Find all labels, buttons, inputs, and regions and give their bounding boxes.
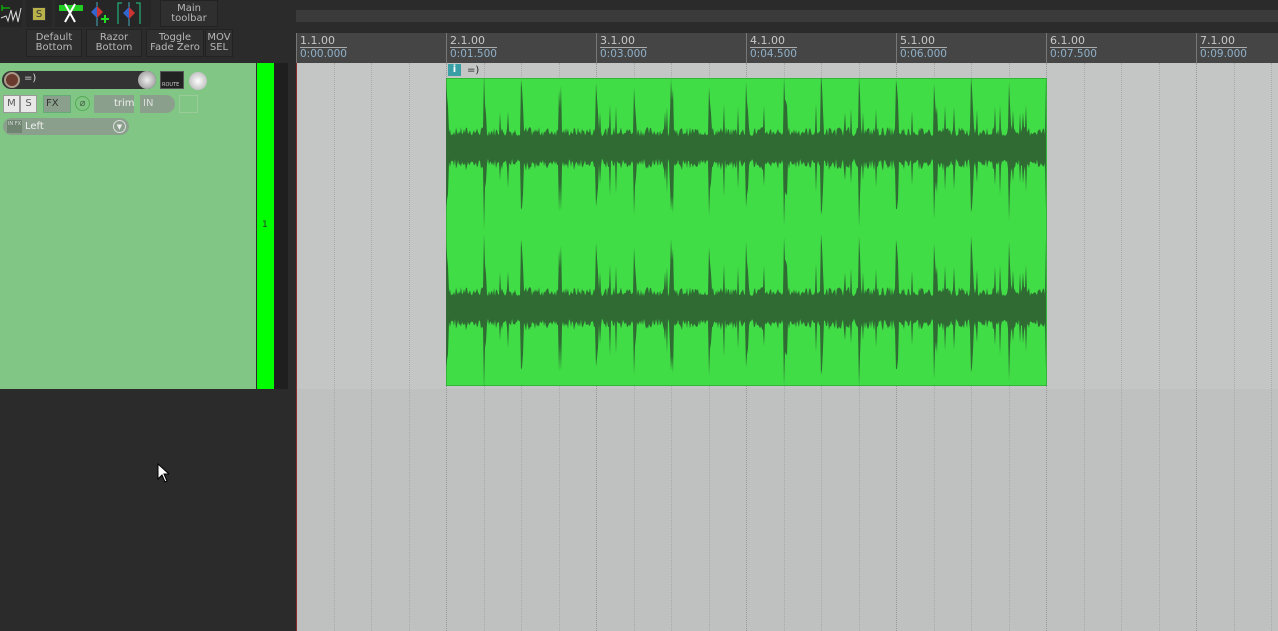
chevron-down-icon: ▼ [113,120,126,133]
grid-line [409,63,410,631]
monitor-button[interactable] [179,95,198,113]
track-number: 1 [262,220,268,230]
item-info-icon[interactable]: i [448,64,461,76]
ruler-tick [446,33,447,63]
media-item[interactable]: i =) [446,63,1047,386]
input-label: IN [143,98,154,109]
input-fx-button[interactable]: IN FX [7,120,22,133]
grid-line [1159,63,1160,631]
input-select[interactable]: IN FX Left ▼ [3,118,129,135]
timeline-ruler[interactable]: 1.1.00 0:00.000 2.1.00 0:01.500 3.1.00 0:03.0… [296,33,1278,63]
ruler-mark: 6.1.00 0:07.500 [1050,34,1097,60]
razor-bottom-button[interactable]: Razor Bottom [86,29,142,57]
grid-line [1234,63,1235,631]
input-channel-label: Left [25,121,44,132]
top-strip [296,0,1278,33]
region-icon [117,2,141,26]
grid-line [1271,63,1272,631]
arrange-view[interactable]: i =) [296,63,1278,631]
pan-knob[interactable] [189,72,207,90]
record-arm-button[interactable] [4,72,20,88]
meter-gutter [274,63,288,389]
ruler-tick [596,33,597,63]
ruler-mark: 3.1.00 0:03.000 [600,34,647,60]
ruler-tick [1046,33,1047,63]
route-button[interactable]: ROUTE [160,71,184,89]
ruler-mark: 1.1.00 0:00.000 [300,34,347,60]
play-cursor [296,63,297,631]
solo-icon: S [32,6,46,21]
ruler-tick [296,33,297,63]
fx-button[interactable]: FX [43,95,71,113]
solo-button[interactable]: S [26,0,52,27]
item-name: =) [467,64,480,76]
phase-button[interactable]: ⌀ [75,96,90,111]
grid-line [334,63,335,631]
region-button[interactable] [115,0,151,27]
track-meter: 1 [257,63,274,389]
envelope-toggle-button[interactable] [0,0,22,27]
grid-line [1196,63,1197,631]
ruler-mark: 5.1.00 0:06.000 [900,34,947,60]
grid-line [371,63,372,631]
solo-track-button[interactable]: S [20,95,37,113]
track-control-panel[interactable]: =) ROUTE M S FX ⌀ trim IN IN FX Left ▼ [0,63,256,389]
ruler-mark: 4.1.00 0:04.500 [750,34,797,60]
main-toolbar-button[interactable]: Main toolbar [160,0,218,27]
input-button[interactable]: IN [140,95,175,113]
ruler-tick [896,33,897,63]
ruler-mark: 2.1.00 0:01.500 [450,34,497,60]
mouse-cursor-icon [157,462,171,487]
mov-sel-button[interactable]: MOV SEL [205,29,233,57]
waveform [446,78,1047,386]
toolbar: S Main toolbar Default Bottom Razor Bott… [0,0,296,58]
route-label: ROUTE [162,82,180,88]
track-name: =) [24,73,37,84]
automation-mode-button[interactable]: trim [94,95,135,113]
volume-knob[interactable] [138,71,156,89]
ruler-mark: 7.1.00 0:09.000 [1200,34,1247,60]
default-bottom-button[interactable]: Default Bottom [26,29,82,57]
envelope-icon [0,5,22,23]
grid-line [1084,63,1085,631]
grid-line [1121,63,1122,631]
mute-button[interactable]: M [3,95,20,113]
toggle-fade-zero-button[interactable]: Toggle Fade Zero [146,29,204,57]
fx-label: FX [46,98,59,109]
trim-label: trim [114,98,135,109]
ruler-tick [746,33,747,63]
ruler-tick [1196,33,1197,63]
